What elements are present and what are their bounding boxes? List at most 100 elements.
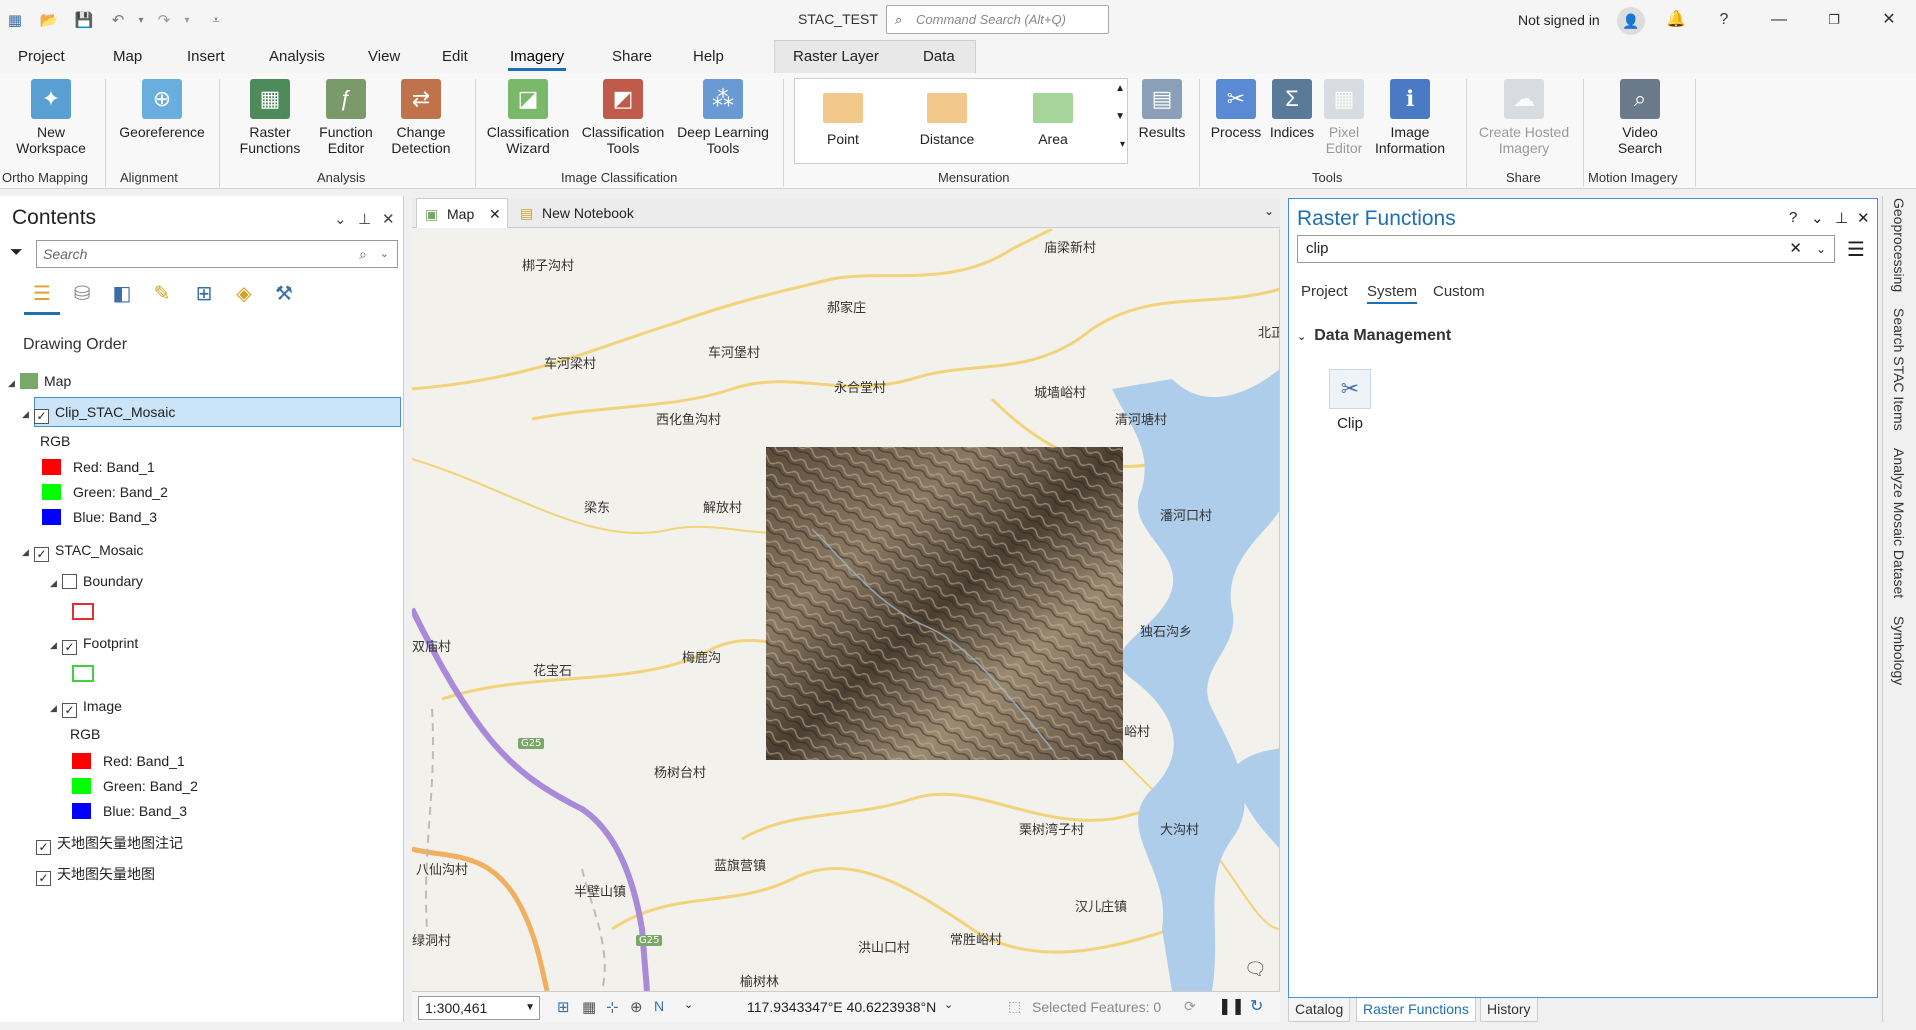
video-search-button[interactable]: ⌕ Video Search <box>1600 79 1680 156</box>
collapse-icon[interactable]: ◢ <box>50 697 62 719</box>
collapse-icon[interactable]: ◢ <box>22 403 34 425</box>
list-by-perspective-icon[interactable]: ⚒ <box>270 280 298 308</box>
search-dropdown-icon[interactable]: ⌄ <box>1816 236 1826 262</box>
classification-tools-button[interactable]: ◩ Classification Tools <box>576 79 670 156</box>
undo-dropdown-icon[interactable]: ▾ <box>130 9 152 31</box>
tabs-dropdown-icon[interactable]: ⌄ <box>1264 204 1274 218</box>
gallery-scroll-up-icon[interactable]: ▲ <box>1115 83 1125 94</box>
pin-pane-icon[interactable]: ⊥ <box>358 210 371 228</box>
create-hosted-imagery-button[interactable]: ☁ Create Hosted Imagery <box>1472 79 1576 156</box>
navigate-icon[interactable]: ⊹ <box>606 998 619 1016</box>
help-icon[interactable]: ? <box>1789 209 1797 226</box>
raster-functions-button[interactable]: ▦ Raster Functions <box>228 79 312 156</box>
new-workspace-button[interactable]: ✦ New Workspace <box>8 79 94 156</box>
map-canvas[interactable]: 梆子沟村 庙梁新村 郝家庄 车河梁村 车河堡村 永合堂村 城墙峪村 北正 西化鱼… <box>412 229 1280 991</box>
list-by-drawing-order-icon[interactable]: ☰ <box>28 280 56 308</box>
scale-dropdown-icon[interactable]: ▼ <box>525 997 535 1019</box>
tab-new-notebook[interactable]: ▤ New Notebook <box>512 198 672 228</box>
raster-functions-search-input[interactable]: clip ✕ ⌄ <box>1297 235 1835 263</box>
tree-boundary[interactable]: ◢ Boundary <box>50 570 143 592</box>
layer-checkbox[interactable]: ✓ <box>36 871 51 886</box>
side-tab-geoprocessing[interactable]: Geoprocessing <box>1891 198 1907 292</box>
refresh-map-icon[interactable]: ⟳ <box>1184 998 1196 1015</box>
collapse-icon[interactable]: ◢ <box>22 541 34 563</box>
coordinates-dropdown-icon[interactable]: ⌄ <box>944 998 953 1011</box>
crosshair-icon[interactable]: ⊕ <box>630 998 643 1016</box>
list-by-snapping-icon[interactable]: ⊞ <box>190 280 218 308</box>
tab-project[interactable]: Project <box>1301 283 1348 300</box>
tab-catalog[interactable]: Catalog <box>1288 998 1351 1022</box>
results-button[interactable]: ▤ Results <box>1132 79 1192 140</box>
tab-map[interactable]: Map <box>113 48 142 65</box>
list-by-editing-icon[interactable]: ✎ <box>148 280 176 308</box>
contents-search-input[interactable]: Search ⌕ ⌄ <box>36 240 398 268</box>
tab-insert[interactable]: Insert <box>187 48 225 65</box>
side-tab-symbology[interactable]: Symbology <box>1891 616 1907 685</box>
category-data-management[interactable]: ⌄ Data Management <box>1297 327 1451 345</box>
list-by-data-source-icon[interactable]: ⛁ <box>68 280 96 308</box>
redo-icon[interactable]: ↷ <box>153 9 175 31</box>
help-icon[interactable]: ? <box>1712 8 1736 32</box>
close-tab-icon[interactable]: ✕ <box>489 199 501 229</box>
tree-footprint[interactable]: ◢ ✓ Footprint <box>50 632 138 655</box>
restore-icon[interactable]: ❐ <box>1822 8 1846 32</box>
filter-icon[interactable]: ⏷ <box>10 244 23 262</box>
tree-image[interactable]: ◢ ✓ Image <box>50 695 122 719</box>
customize-toolbar-icon[interactable]: ⩡ <box>205 9 227 31</box>
layer-checkbox[interactable]: ✓ <box>34 547 49 562</box>
tab-history[interactable]: History <box>1480 998 1538 1022</box>
area-tool[interactable]: Area <box>1013 89 1093 147</box>
tree-tianditu-annotation[interactable]: ✓ 天地图矢量地图注记 <box>36 832 183 855</box>
tree-tianditu-map[interactable]: ✓ 天地图矢量地图 <box>36 863 155 886</box>
gallery-expand-icon[interactable]: ▾ <box>1120 139 1125 150</box>
tab-data[interactable]: Data <box>923 48 955 65</box>
clip-function-button[interactable]: ✂ Clip <box>1325 369 1375 432</box>
chevron-down-icon[interactable]: ⌄ <box>1297 331 1306 343</box>
layer-checkbox[interactable]: ✓ <box>36 840 51 855</box>
search-dropdown-icon[interactable]: ⌄ <box>380 241 389 267</box>
tab-map-view[interactable]: ▣ Map ✕ <box>416 198 508 228</box>
redo-dropdown-icon[interactable]: ▾ <box>176 9 198 31</box>
sign-in-status[interactable]: Not signed in <box>1518 12 1600 28</box>
footprint-symbol[interactable] <box>72 665 94 682</box>
tab-imagery[interactable]: Imagery <box>507 48 567 71</box>
tab-system[interactable]: System <box>1367 283 1418 304</box>
command-search-input[interactable]: ⌕ Command Search (Alt+Q) <box>886 5 1109 34</box>
list-by-selection-icon[interactable]: ◧ <box>108 280 136 308</box>
tab-view[interactable]: View <box>368 48 400 65</box>
undo-icon[interactable]: ↶ <box>107 9 129 31</box>
indices-button[interactable]: Σ Indices <box>1262 79 1322 140</box>
close-pane-icon[interactable]: ✕ <box>382 210 395 228</box>
tree-map[interactable]: ◢ Map <box>8 370 71 392</box>
close-pane-icon[interactable]: ✕ <box>1857 209 1870 227</box>
search-icon[interactable]: ⌕ <box>359 241 367 267</box>
tab-project[interactable]: Project <box>18 48 65 65</box>
point-tool[interactable]: Point <box>803 89 883 147</box>
notification-bell-icon[interactable]: 🔔 <box>1664 8 1688 32</box>
tab-help[interactable]: Help <box>693 48 724 65</box>
tab-share[interactable]: Share <box>612 48 652 65</box>
function-editor-button[interactable]: ƒ Function Editor <box>311 79 381 156</box>
layer-checkbox[interactable]: ✓ <box>62 640 77 655</box>
tools-dropdown-icon[interactable]: ⌄ <box>684 998 693 1011</box>
pane-options-icon[interactable]: ⌄ <box>1811 209 1824 227</box>
pixel-editor-button[interactable]: ▦ Pixel Editor <box>1314 79 1374 156</box>
fixed-zoom-icon[interactable]: ⊞ <box>557 998 570 1016</box>
refresh-icon[interactable]: ↻ <box>1250 996 1263 1016</box>
distance-tool[interactable]: Distance <box>907 89 987 147</box>
georeference-button[interactable]: ⊕ Georeference <box>112 79 212 140</box>
pane-options-icon[interactable]: ⌄ <box>334 210 347 228</box>
side-tab-analyze-mosaic-dataset[interactable]: Analyze Mosaic Dataset <box>1891 448 1907 598</box>
tree-stac-mosaic[interactable]: ◢ ✓ STAC_Mosaic <box>22 539 143 563</box>
classification-wizard-button[interactable]: ◪ Classification Wizard <box>480 79 576 156</box>
minimize-icon[interactable]: — <box>1767 8 1791 32</box>
tab-custom[interactable]: Custom <box>1433 283 1485 300</box>
tab-raster-layer[interactable]: Raster Layer <box>793 48 879 65</box>
tree-clip-stac-mosaic[interactable]: ◢ ✓ Clip_STAC_Mosaic <box>22 401 175 425</box>
pause-drawing-icon[interactable]: ❚❚ <box>1218 996 1245 1016</box>
layer-checkbox[interactable] <box>62 574 77 589</box>
collapse-icon[interactable]: ◢ <box>8 372 20 394</box>
pin-pane-icon[interactable]: ⊥ <box>1835 209 1848 227</box>
north-arrow-icon[interactable]: N <box>654 998 664 1014</box>
deep-learning-tools-button[interactable]: ⁂ Deep Learning Tools <box>671 79 775 156</box>
